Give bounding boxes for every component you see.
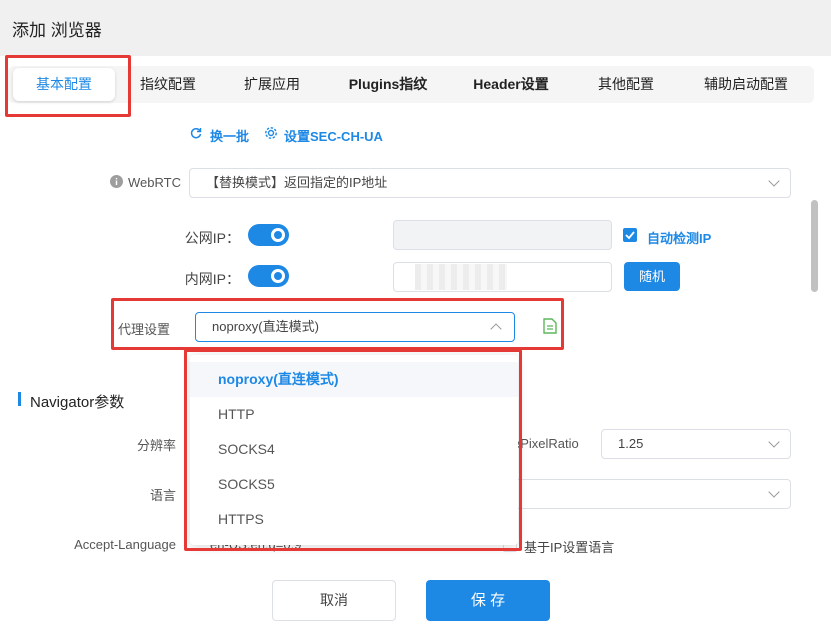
section-marker	[18, 392, 21, 406]
private-ip-toggle[interactable]	[248, 265, 289, 287]
tab-header-settings[interactable]: Header设置	[458, 66, 564, 103]
set-sec-ch-ua-link[interactable]: 设置SEC-CH-UA	[284, 126, 383, 145]
cancel-button[interactable]: 取消	[272, 580, 396, 621]
random-ip-button[interactable]: 随机	[624, 262, 680, 291]
highlight-box-tab	[5, 55, 131, 117]
webrtc-select[interactable]: 【替换模式】返回指定的IP地址	[189, 168, 791, 198]
info-icon	[110, 175, 123, 193]
highlight-box-proxy	[111, 298, 564, 350]
auto-detect-ip-checkbox[interactable]	[623, 228, 637, 242]
public-ip-toggle[interactable]	[248, 224, 289, 246]
navigator-section-title: Navigator参数	[30, 394, 125, 411]
webrtc-select-value: 【替换模式】返回指定的IP地址	[206, 175, 388, 190]
refresh-icon[interactable]	[189, 126, 203, 145]
highlight-box-dropdown	[184, 349, 522, 551]
tab-fingerprint-config[interactable]: 指纹配置	[122, 66, 214, 103]
gear-icon[interactable]	[264, 126, 278, 145]
dialog-title: 添加 浏览器	[12, 21, 102, 40]
ip-language-label[interactable]: 基于IP设置语言	[524, 537, 614, 556]
vertical-scrollbar[interactable]	[811, 200, 818, 292]
blurred-ip-value	[415, 264, 507, 290]
webrtc-label: WebRTC	[128, 175, 181, 190]
resolution-label: 分辨率	[136, 438, 176, 453]
refresh-batch-link[interactable]: 换一批	[210, 126, 249, 145]
chevron-down-icon	[768, 175, 780, 187]
accept-language-label: Accept-Language	[74, 537, 176, 552]
chevron-down-icon	[768, 486, 780, 498]
tab-assist-launch-config[interactable]: 辅助启动配置	[688, 66, 804, 103]
tab-other-config[interactable]: 其他配置	[580, 66, 672, 103]
tab-plugins-fingerprint[interactable]: Plugins指纹	[333, 66, 443, 103]
dialog-title-bar	[0, 0, 831, 56]
save-button[interactable]: 保 存	[426, 580, 550, 621]
language-select[interactable]	[500, 479, 791, 509]
device-pixel-ratio-value: 1.25	[618, 436, 644, 451]
public-ip-input[interactable]	[393, 220, 612, 250]
language-label: 语言	[149, 488, 176, 503]
tab-extensions[interactable]: 扩展应用	[226, 66, 318, 103]
chevron-down-icon	[768, 436, 780, 448]
auto-detect-ip-label[interactable]: 自动检测IP	[647, 228, 711, 247]
private-ip-label: 内网IP：	[184, 271, 240, 287]
public-ip-label: 公网IP：	[184, 230, 240, 246]
device-pixel-ratio-select[interactable]: 1.25	[601, 429, 791, 459]
